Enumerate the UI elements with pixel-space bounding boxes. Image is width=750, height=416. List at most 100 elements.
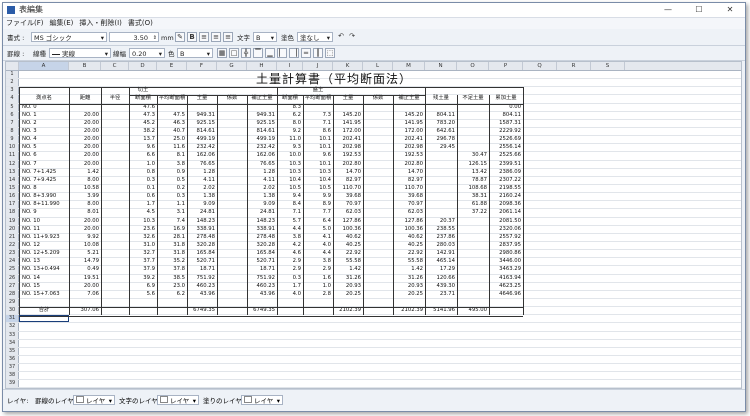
- cell[interactable]: 37.22: [457, 209, 489, 216]
- cell[interactable]: 37.9: [129, 266, 157, 273]
- cell[interactable]: 13.42: [457, 169, 489, 176]
- cell[interactable]: 38.5: [157, 275, 187, 282]
- cell[interactable]: [101, 112, 129, 119]
- column-header-h[interactable]: H: [247, 62, 277, 70]
- border-none-icon[interactable]: ⬚: [325, 48, 335, 58]
- cell[interactable]: 82.97: [393, 177, 425, 184]
- line-width-select[interactable]: 0.20 ▾: [129, 48, 165, 58]
- row-header[interactable]: 36: [6, 355, 19, 364]
- cell[interactable]: 11.0: [277, 136, 303, 143]
- cell[interactable]: [425, 193, 457, 200]
- cell[interactable]: 9.6: [129, 144, 157, 151]
- cell[interactable]: 2320.06: [489, 226, 523, 233]
- cell[interactable]: 20.93: [393, 283, 425, 290]
- cell[interactable]: 6.2: [277, 112, 303, 119]
- cell[interactable]: 296.78: [425, 136, 457, 143]
- cell[interactable]: [101, 185, 129, 192]
- cell[interactable]: 8.9: [303, 201, 333, 208]
- menu-file[interactable]: ファイル(F): [3, 19, 47, 27]
- cell[interactable]: 232.42: [187, 144, 217, 151]
- cell[interactable]: 0.3: [129, 177, 157, 184]
- cell[interactable]: 949.31: [247, 112, 277, 119]
- cell[interactable]: [217, 161, 247, 168]
- header-fill-volume[interactable]: 土量: [333, 95, 363, 102]
- cell[interactable]: [69, 104, 101, 111]
- cell[interactable]: [101, 177, 129, 184]
- cell[interactable]: 9.9: [303, 193, 333, 200]
- cell[interactable]: 237.86: [425, 234, 457, 241]
- cell[interactable]: [217, 218, 247, 225]
- cell[interactable]: 70.97: [393, 201, 425, 208]
- cell[interactable]: 20.00: [69, 218, 101, 225]
- cell[interactable]: 28.1: [157, 234, 187, 241]
- cell[interactable]: 24.81: [187, 209, 217, 216]
- cell[interactable]: [101, 283, 129, 290]
- cell[interactable]: 25.0: [157, 136, 187, 143]
- cell[interactable]: 10.3: [129, 218, 157, 225]
- cell[interactable]: [457, 291, 489, 298]
- bold-button[interactable]: B: [187, 32, 197, 42]
- cell[interactable]: 7.4: [157, 218, 187, 225]
- row-header[interactable]: 16: [6, 193, 19, 201]
- cell[interactable]: 10.3: [303, 169, 333, 176]
- cell[interactable]: 320.28: [187, 242, 217, 249]
- cell[interactable]: 141.95: [333, 120, 363, 127]
- cell[interactable]: 202.80: [393, 161, 425, 168]
- station-cell[interactable]: NO. 7: [19, 161, 69, 168]
- corner-cell[interactable]: [6, 62, 19, 70]
- row-header[interactable]: 26: [6, 274, 19, 282]
- cell[interactable]: 1.38: [187, 193, 217, 200]
- row-header[interactable]: 34: [6, 339, 19, 347]
- cell[interactable]: [217, 185, 247, 192]
- cell[interactable]: [101, 161, 129, 168]
- cell[interactable]: 499.19: [247, 136, 277, 143]
- cell[interactable]: 4.0: [277, 291, 303, 298]
- cell[interactable]: 108.68: [457, 185, 489, 192]
- cell[interactable]: 1.7: [277, 283, 303, 290]
- header-fill[interactable]: 盛土: [303, 87, 333, 94]
- cell[interactable]: 32.7: [129, 250, 157, 257]
- cell[interactable]: [363, 283, 393, 290]
- cell[interactable]: 4.0: [303, 242, 333, 249]
- column-header-l[interactable]: L: [363, 62, 393, 70]
- cell[interactable]: 9.09: [187, 201, 217, 208]
- border-inner-icon[interactable]: ╬: [241, 48, 251, 58]
- cell[interactable]: 1.42: [333, 266, 363, 273]
- row-header[interactable]: 21: [6, 233, 19, 241]
- column-header-f[interactable]: F: [187, 62, 217, 70]
- cell[interactable]: 6.2: [157, 291, 187, 298]
- header-cumulative[interactable]: 累加土量: [489, 95, 523, 102]
- text-color-select[interactable]: B ▾: [253, 32, 277, 42]
- cell[interactable]: 47.3: [129, 112, 157, 119]
- station-cell[interactable]: NO. 9: [19, 209, 69, 216]
- column-header-m[interactable]: M: [393, 62, 425, 70]
- cell[interactable]: [425, 169, 457, 176]
- row-header[interactable]: 19: [6, 217, 19, 225]
- cell[interactable]: 8.01: [69, 209, 101, 216]
- cell[interactable]: 4163.94: [489, 275, 523, 282]
- cell[interactable]: [457, 104, 489, 111]
- cell[interactable]: 162.06: [247, 152, 277, 159]
- station-cell[interactable]: NO. 8+11.990: [19, 201, 69, 208]
- cell[interactable]: 40.7: [157, 128, 187, 135]
- cell[interactable]: 10.1: [303, 144, 333, 151]
- cell[interactable]: 202.98: [393, 144, 425, 151]
- cell[interactable]: 82.97: [333, 177, 363, 184]
- column-header-p[interactable]: P: [489, 62, 523, 70]
- cell[interactable]: [457, 242, 489, 249]
- cell[interactable]: 2980.86: [489, 250, 523, 257]
- cell[interactable]: [101, 242, 129, 249]
- cell[interactable]: [101, 250, 129, 257]
- cell[interactable]: [101, 152, 129, 159]
- row-header[interactable]: 31: [6, 315, 19, 323]
- cell[interactable]: 3446.00: [489, 258, 523, 265]
- cell[interactable]: [363, 209, 393, 216]
- cell[interactable]: 460.23: [187, 283, 217, 290]
- station-cell[interactable]: NO. 13+0.494: [19, 266, 69, 273]
- cell[interactable]: [101, 275, 129, 282]
- cell[interactable]: [157, 104, 187, 111]
- border-left-icon[interactable]: ▏: [277, 48, 287, 58]
- align-left-icon[interactable]: ≡: [199, 32, 209, 42]
- cell[interactable]: 1.0: [303, 283, 333, 290]
- cell[interactable]: 783.20: [425, 120, 457, 127]
